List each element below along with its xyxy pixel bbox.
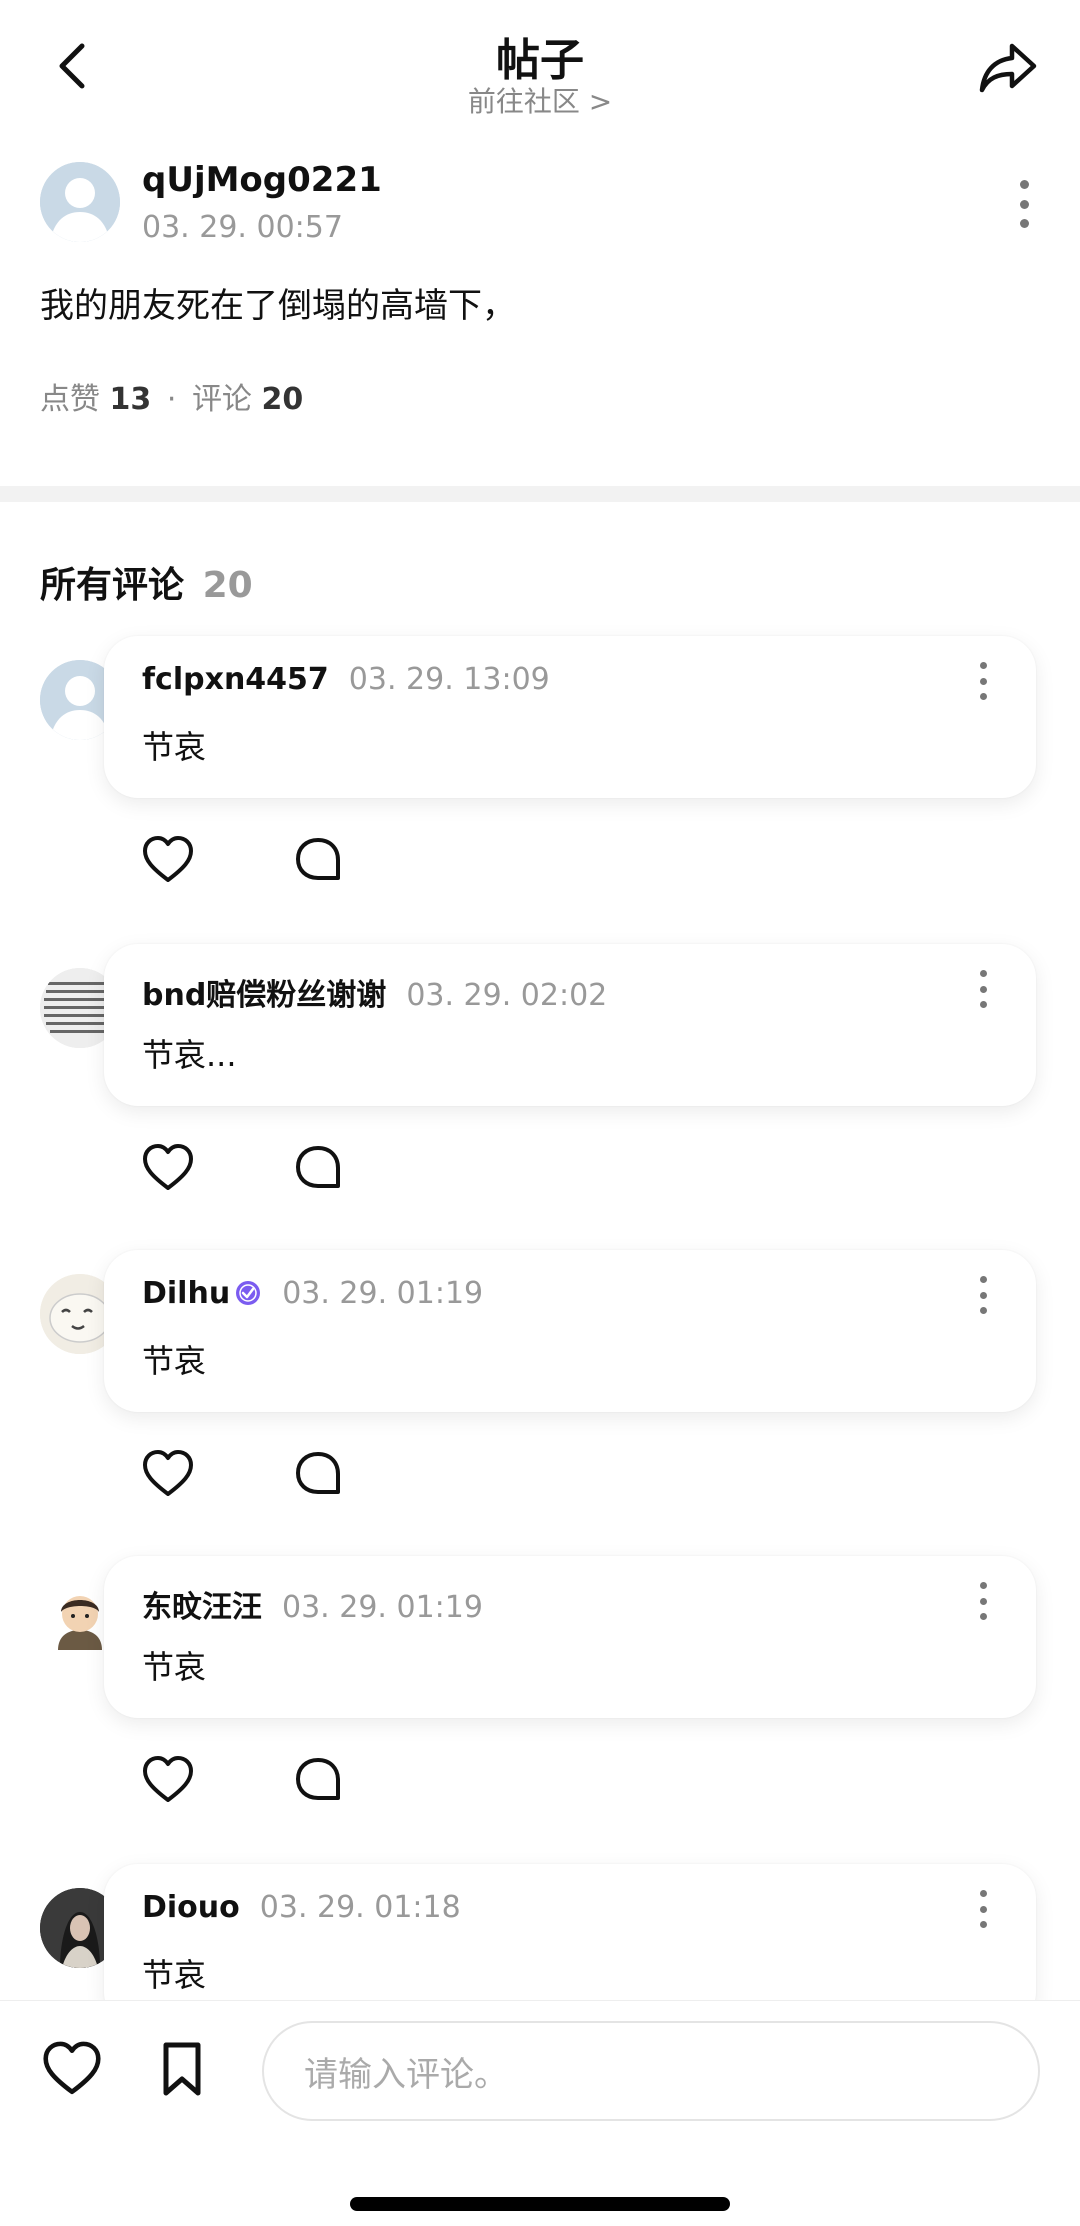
comment-card: fclpxn4457 03. 29. 13:09 节哀 bbox=[104, 636, 1036, 798]
post-author-name[interactable]: qUjMog0221 bbox=[142, 160, 382, 200]
more-vertical-icon bbox=[979, 662, 987, 669]
comment-card: bnd赔偿粉丝谢谢 03. 29. 02:02 节哀... bbox=[104, 944, 1036, 1106]
more-dot bbox=[979, 1597, 987, 1605]
comment-reply-button[interactable] bbox=[290, 1752, 346, 1808]
heart-icon bbox=[143, 1756, 193, 1802]
more-dot bbox=[1019, 199, 1029, 209]
more-dot bbox=[979, 1291, 987, 1299]
comment-like-button[interactable] bbox=[140, 1446, 196, 1502]
home-indicator[interactable] bbox=[350, 2197, 730, 2211]
commenter-name[interactable]: Diouo 03. 29. 01:18 bbox=[142, 1890, 461, 1925]
commenter-name-text: Dilhu bbox=[142, 1276, 231, 1311]
comment-like-button[interactable] bbox=[140, 832, 196, 888]
more-dot bbox=[979, 677, 987, 685]
comment-timestamp: 03. 29. 01:19 bbox=[282, 1590, 483, 1625]
comment-text: 节哀 bbox=[142, 728, 207, 766]
page-title: 帖子 bbox=[496, 35, 584, 86]
commenter-name-text: 东旼汪汪 bbox=[142, 1590, 262, 1625]
comment-more-button[interactable] bbox=[968, 1580, 998, 1622]
comment-input[interactable]: 请输入评论。 bbox=[262, 2021, 1040, 2121]
section-divider bbox=[0, 486, 1080, 502]
more-vertical-icon bbox=[979, 1276, 987, 1283]
comment-more-button[interactable] bbox=[968, 968, 998, 1010]
comment-bubble-icon bbox=[296, 1452, 340, 1494]
post-content: 我的朋友死在了倒塌的高墙下， bbox=[40, 286, 516, 326]
comment-timestamp: 03. 29. 02:02 bbox=[406, 978, 608, 1013]
post-more-button[interactable] bbox=[1004, 176, 1044, 232]
comment-text: 节哀 bbox=[142, 1342, 207, 1380]
comment-more-button[interactable] bbox=[968, 660, 998, 702]
comments-label: 评论 bbox=[191, 382, 252, 417]
more-dot bbox=[979, 693, 987, 700]
heart-icon bbox=[43, 2041, 101, 2095]
post-like-button[interactable] bbox=[40, 2037, 104, 2101]
post-timestamp: 03. 29. 00:57 bbox=[142, 210, 343, 245]
comments-title: 所有评论 bbox=[40, 565, 185, 606]
share-icon bbox=[979, 43, 1037, 93]
comment-item: bnd赔偿粉丝谢谢 03. 29. 02:02 节哀... bbox=[0, 944, 1080, 1244]
verified-badge-icon bbox=[236, 1281, 261, 1305]
commenter-name-text: bnd赔偿粉丝谢谢 bbox=[142, 978, 387, 1013]
top-nav-bar: 帖子 前往社区 > bbox=[0, 0, 1080, 140]
comment-bubble-icon bbox=[296, 1146, 340, 1188]
more-vertical-icon bbox=[979, 1890, 987, 1897]
comment-text: 节哀 bbox=[142, 1956, 207, 1994]
comment-timestamp: 03. 29. 01:18 bbox=[259, 1890, 461, 1925]
commenter-name-text: Diouo bbox=[142, 1890, 240, 1925]
post-stats: 点赞 13 · 评论 20 bbox=[40, 374, 303, 418]
more-dot bbox=[979, 1921, 987, 1928]
more-dot bbox=[979, 1307, 987, 1314]
heart-icon bbox=[143, 1450, 193, 1496]
more-dot bbox=[979, 1001, 987, 1008]
comments-header: 所有评论 20 bbox=[40, 556, 253, 608]
post-author-avatar[interactable] bbox=[40, 162, 120, 242]
comment-reply-button[interactable] bbox=[290, 1446, 346, 1502]
more-dot bbox=[1019, 219, 1029, 228]
comment-input-placeholder: 请输入评论。 bbox=[304, 2054, 508, 2095]
comment-text: 节哀... bbox=[142, 1036, 237, 1074]
comment-item: 东旼汪汪 03. 29. 01:19 节哀 bbox=[0, 1556, 1080, 1856]
commenter-name[interactable]: fclpxn4457 03. 29. 13:09 bbox=[142, 662, 550, 697]
share-button[interactable] bbox=[976, 36, 1040, 100]
comment-more-button[interactable] bbox=[968, 1274, 998, 1316]
more-dot bbox=[979, 1613, 987, 1620]
comment-reply-button[interactable] bbox=[290, 832, 346, 888]
more-vertical-icon bbox=[979, 970, 987, 977]
comment-timestamp: 03. 29. 01:19 bbox=[282, 1276, 484, 1311]
go-to-community-link[interactable]: 前往社区 > bbox=[0, 80, 1080, 120]
more-dot bbox=[979, 1905, 987, 1913]
comment-like-button[interactable] bbox=[140, 1752, 196, 1808]
comment-bubble-icon bbox=[296, 1758, 340, 1800]
comment-item: Dilhu 03. 29. 01:19 节哀 bbox=[0, 1250, 1080, 1550]
comment-bubble-icon bbox=[296, 838, 340, 880]
commenter-name[interactable]: bnd赔偿粉丝谢谢 03. 29. 02:02 bbox=[142, 970, 607, 1014]
comments-total: 20 bbox=[202, 565, 253, 606]
more-vertical-icon bbox=[979, 1582, 987, 1589]
comment-like-button[interactable] bbox=[140, 1140, 196, 1196]
bottom-action-bar: 请输入评论。 bbox=[0, 2000, 1080, 2226]
comment-text: 节哀 bbox=[142, 1648, 207, 1686]
commenter-name-text: fclpxn4457 bbox=[142, 662, 329, 697]
comment-timestamp: 03. 29. 13:09 bbox=[348, 662, 550, 697]
default-avatar-icon bbox=[40, 162, 120, 242]
more-vertical-icon bbox=[1019, 180, 1029, 189]
comment-reply-button[interactable] bbox=[290, 1140, 346, 1196]
comment-item: fclpxn4457 03. 29. 13:09 节哀 bbox=[0, 636, 1080, 936]
comment-card: Dilhu 03. 29. 01:19 节哀 bbox=[104, 1250, 1036, 1412]
comment-card: 东旼汪汪 03. 29. 01:19 节哀 bbox=[104, 1556, 1036, 1718]
commenter-name[interactable]: Dilhu 03. 29. 01:19 bbox=[142, 1276, 483, 1311]
likes-count: 13 bbox=[109, 382, 152, 417]
likes-label: 点赞 bbox=[40, 382, 100, 417]
bookmark-icon bbox=[163, 2042, 201, 2096]
heart-icon bbox=[143, 836, 193, 882]
more-dot bbox=[979, 985, 987, 993]
bookmark-button[interactable] bbox=[150, 2037, 214, 2101]
heart-icon bbox=[143, 1144, 193, 1190]
commenter-name[interactable]: 东旼汪汪 03. 29. 01:19 bbox=[142, 1582, 483, 1626]
comment-more-button[interactable] bbox=[968, 1888, 998, 1930]
comments-count: 20 bbox=[261, 382, 304, 417]
stats-separator: · bbox=[166, 382, 177, 417]
